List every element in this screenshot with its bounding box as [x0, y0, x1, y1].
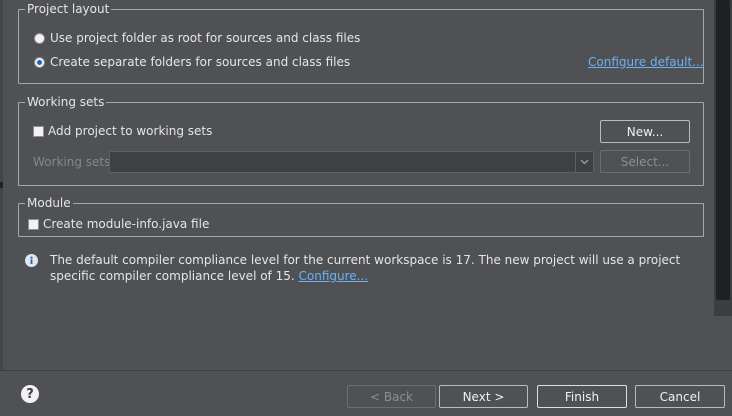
working-sets-legend: Working sets: [27, 95, 105, 109]
scrollbar-thumb[interactable]: [716, 0, 730, 300]
footer-separator: [0, 370, 732, 371]
back-button[interactable]: < Back: [347, 385, 436, 408]
info-icon: [25, 254, 38, 267]
create-module-info-label: Create module-info.java file: [43, 217, 210, 231]
help-icon[interactable]: ?: [21, 385, 39, 403]
radio-create-separate-folders-label: Create separate folders for sources and …: [50, 55, 351, 69]
new-working-set-button[interactable]: New...: [600, 120, 690, 143]
add-to-working-sets-box[interactable]: [33, 125, 44, 137]
new-java-project-wizard: Project layout Use project folder as roo…: [0, 0, 732, 416]
next-button[interactable]: Next >: [439, 385, 528, 408]
radio-create-separate-folders-button[interactable]: [34, 56, 45, 68]
left-edge-mark: [0, 182, 3, 188]
select-working-sets-button[interactable]: Select...: [600, 150, 690, 173]
working-sets-combo[interactable]: [109, 151, 594, 173]
create-module-info-checkbox[interactable]: Create module-info.java file: [28, 217, 209, 231]
radio-use-project-folder-button[interactable]: [34, 32, 45, 44]
project-layout-legend: Project layout: [27, 2, 110, 16]
module-legend: Module: [27, 196, 71, 210]
add-to-working-sets-label: Add project to working sets: [48, 124, 213, 138]
cancel-button[interactable]: Cancel: [635, 385, 725, 408]
radio-create-separate-folders[interactable]: Create separate folders for sources and …: [34, 55, 350, 69]
compliance-info-message: The default compiler compliance level fo…: [50, 252, 700, 284]
add-to-working-sets-checkbox[interactable]: Add project to working sets: [33, 124, 212, 138]
finish-button[interactable]: Finish: [537, 385, 627, 408]
configure-default-link[interactable]: Configure default...: [588, 55, 704, 69]
radio-use-project-folder[interactable]: Use project folder as root for sources a…: [34, 31, 360, 45]
configure-compliance-link[interactable]: Configure...: [299, 269, 369, 283]
create-module-info-box[interactable]: [28, 218, 39, 230]
working-sets-label: Working sets:: [33, 155, 115, 169]
radio-use-project-folder-label: Use project folder as root for sources a…: [50, 31, 361, 45]
chevron-down-icon[interactable]: [575, 152, 593, 172]
